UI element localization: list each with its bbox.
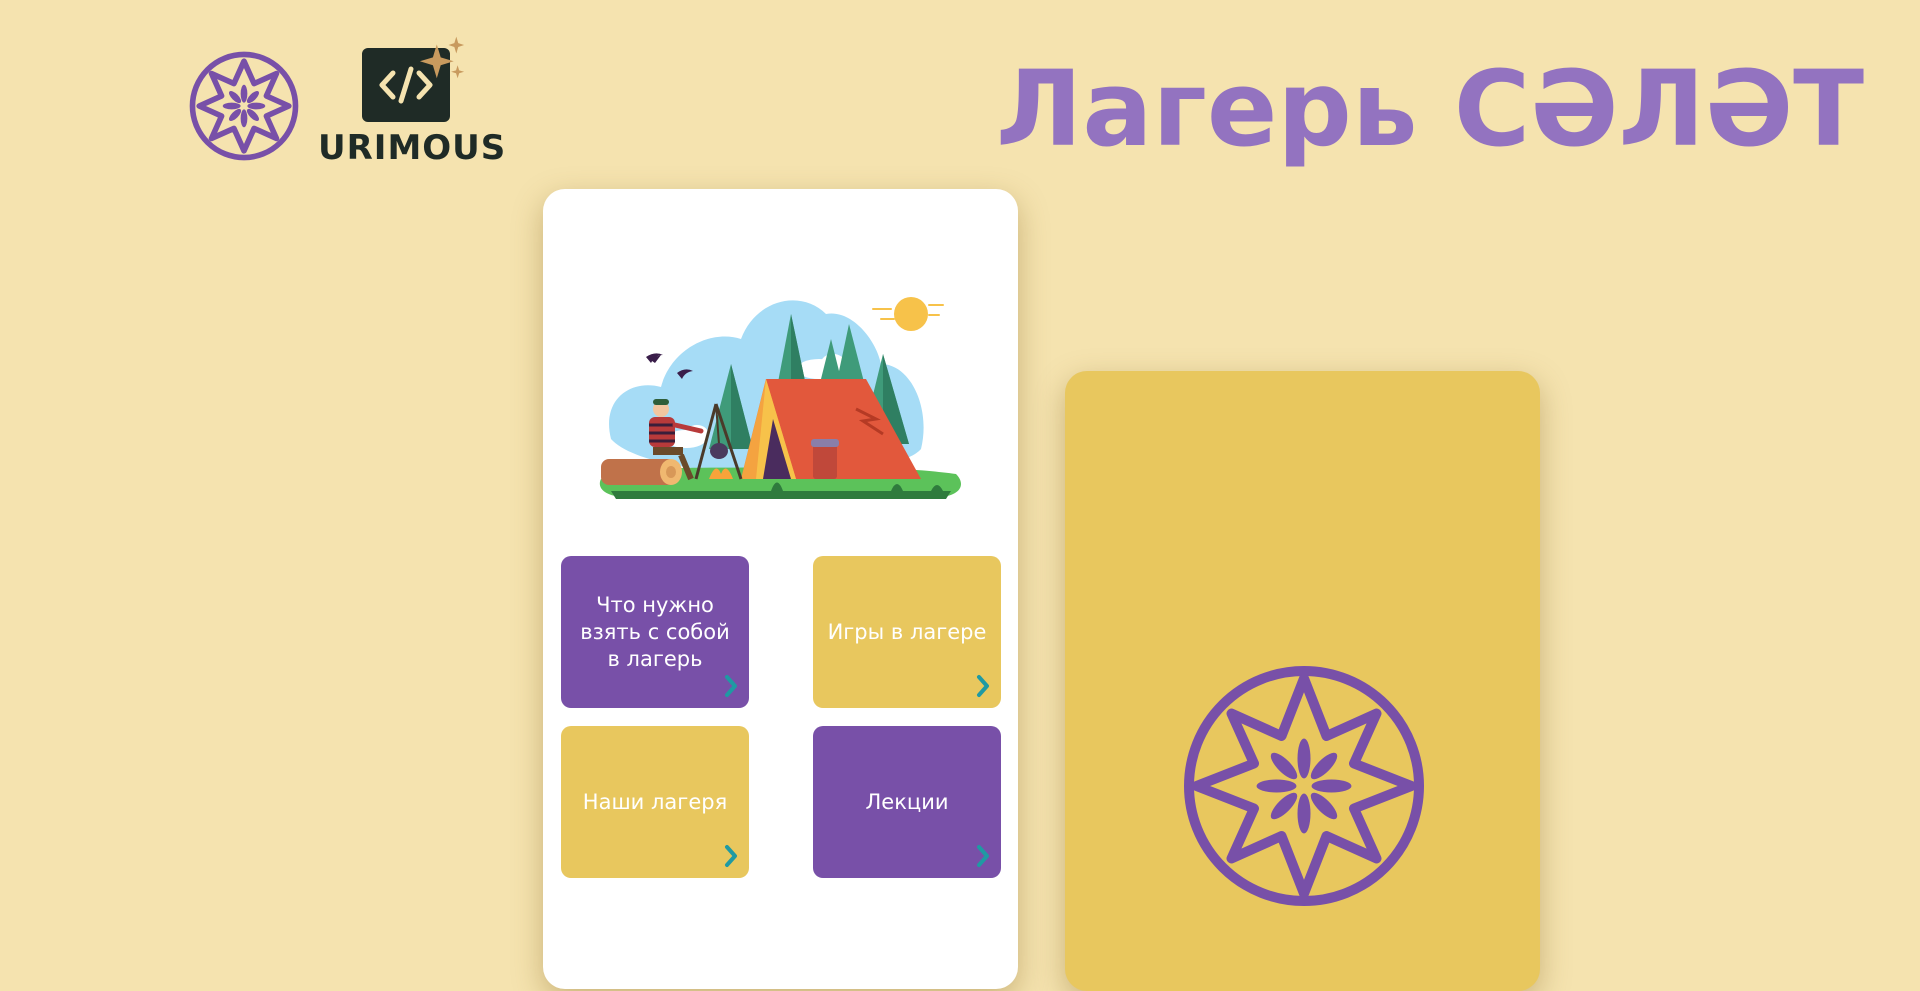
splash-card <box>1065 371 1540 991</box>
phone-mockup: Что нужно взять с собой в лагерь Игры в … <box>543 189 1018 989</box>
tile-label: Лекции <box>865 789 949 814</box>
chevron-right-icon <box>977 845 989 867</box>
tile-label: Наши лагеря <box>582 789 728 814</box>
tile-camp-games[interactable]: Игры в лагере <box>813 556 1001 708</box>
urimous-wordmark: URIMOUS <box>318 128 507 168</box>
sparkle-icon <box>419 36 465 79</box>
salat-logo-icon[interactable] <box>188 50 300 162</box>
tile-lectures[interactable]: Лекции <box>813 726 1001 878</box>
chevron-right-icon <box>977 675 989 697</box>
chevron-right-icon <box>725 675 737 697</box>
page-title: Лагерь СӘЛӘТ <box>996 48 1865 170</box>
tile-label: Что нужно взять с собой в лагерь <box>580 592 730 671</box>
chevron-right-icon <box>725 845 737 867</box>
camping-illustration <box>599 297 961 499</box>
salat-emblem-icon <box>1184 666 1424 906</box>
urimous-logo[interactable]: URIMOUS <box>318 34 507 168</box>
tile-our-camps[interactable]: Наши лагеря <box>561 726 749 878</box>
tile-what-to-bring[interactable]: Что нужно взять с собой в лагерь <box>561 556 749 708</box>
tile-label: Игры в лагере <box>827 619 987 644</box>
